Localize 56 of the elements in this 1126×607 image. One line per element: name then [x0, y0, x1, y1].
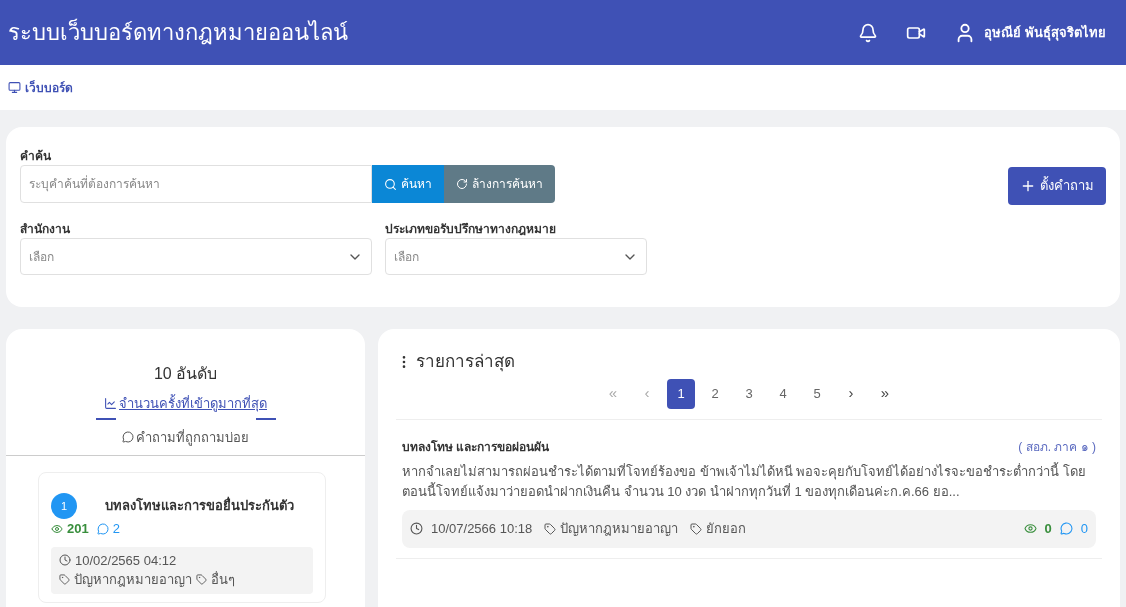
pagination-button[interactable]: 5 — [803, 378, 831, 409]
refresh-icon — [456, 178, 468, 190]
filter-label: สำนักงาน — [20, 221, 71, 238]
comment-count: 2 — [112, 520, 120, 538]
search-icon — [384, 177, 397, 191]
breadcrumb-link[interactable]: เว็บบอร์ด — [25, 78, 73, 97]
tag-icon — [544, 522, 557, 535]
pagination-button[interactable]: 3 — [735, 378, 763, 409]
comment-icon — [96, 522, 109, 535]
pagination-button[interactable]: 2 — [701, 378, 729, 409]
clear-search-button[interactable]: ล้างการค้นหา — [444, 165, 555, 203]
post-date: 10/02/2565 04:12 — [75, 551, 177, 570]
top-ten-title: 10 อันดับ — [153, 364, 218, 384]
eye-icon — [51, 522, 63, 535]
category-tag: ปัญหากฎหมายอาญา — [560, 518, 679, 539]
category-tag: อื่นๆ — [211, 570, 235, 590]
ranked-question-card[interactable]: 1 บทลงโทษและการขอยื่นประกันตัว 201 2 10/02/2565 04:12 ปัญหากฎหมายอาญา อื่นๆ — [38, 472, 326, 603]
tag-icon — [59, 574, 70, 586]
plus-icon — [1020, 178, 1036, 194]
comment-icon — [1059, 522, 1073, 535]
pagination-button[interactable]: 1 — [667, 378, 695, 409]
post-date: 10/07/2566 10:18 — [431, 519, 533, 538]
pagination-button[interactable]: » — [871, 378, 899, 409]
search-field[interactable]: ระบุคำค้นที่ต้องการค้นหา — [20, 165, 372, 203]
question-title: บทลงโทษและการขอยื่นประกันตัว — [105, 496, 294, 516]
view-count: 201 — [67, 520, 89, 538]
clock-icon — [59, 554, 71, 567]
user-name[interactable]: อุษณีย์ พันธุ์สุจริตไทย — [984, 22, 1106, 43]
filter-label: ประเภทขอรับปรึกษาทางกฎหมาย — [385, 221, 557, 238]
category-tag: ยักยอก — [706, 518, 747, 539]
tag-icon — [690, 522, 703, 535]
rank-badge: 1 — [51, 493, 77, 519]
search-button[interactable]: ค้นหา — [372, 165, 444, 203]
ask-question-button[interactable]: ตั้งคำถาม — [1008, 167, 1106, 205]
view-count: 0 — [1044, 519, 1052, 538]
pagination-button[interactable]: 4 — [769, 378, 797, 409]
line-chart-icon — [104, 397, 117, 411]
post-title: บทลงโทษ และการขอผ่อนผัน — [402, 438, 550, 456]
clock-icon — [410, 522, 423, 535]
ranking-tab[interactable]: คำถามที่ถูกถามบ่อย — [122, 427, 249, 447]
eye-icon — [1023, 522, 1037, 535]
category-tag: ปัญหากฎหมายอาญา — [74, 570, 192, 590]
ranking-tab[interactable]: จำนวนครั้งที่เข้าดูมากที่สุด — [95, 394, 276, 420]
select-field[interactable]: เลือก — [20, 238, 372, 275]
latest-title: รายการล่าสุด — [416, 351, 515, 374]
comment-count: 0 — [1080, 519, 1088, 538]
post-excerpt: หากจำเลยไม่สามารถผ่อนชำระได้ตามที่โจทย์ร้องขอ ข้าพเจ้าไม่ได้หนี พอจะคุยกับโจทย์ได้อย่างไรจะขอชำระต่ำกว่านี้ โดยตอนนี้โจทย์แจ้งมาว่ายอดนำฝากเงินคืน จำนวน 10 งวด นำฝากทุกวันที่ 1 ของทุกเดือนค่ะก.ค.66 ยอ... — [402, 461, 1087, 502]
pagination-button[interactable]: › — [837, 378, 865, 409]
notification-icon[interactable] — [858, 22, 879, 43]
app-title: ระบบเว็บบอร์ดทางกฎหมายออนไลน์ — [8, 17, 348, 47]
speech-bubble-icon — [122, 431, 134, 444]
search-label: คำค้น — [20, 148, 52, 165]
tag-icon — [196, 574, 207, 586]
select-field[interactable]: เลือก — [385, 238, 647, 275]
office-label: ( สอภ. ภาค ๑ ) — [1018, 438, 1096, 456]
monitor-icon — [8, 81, 21, 94]
